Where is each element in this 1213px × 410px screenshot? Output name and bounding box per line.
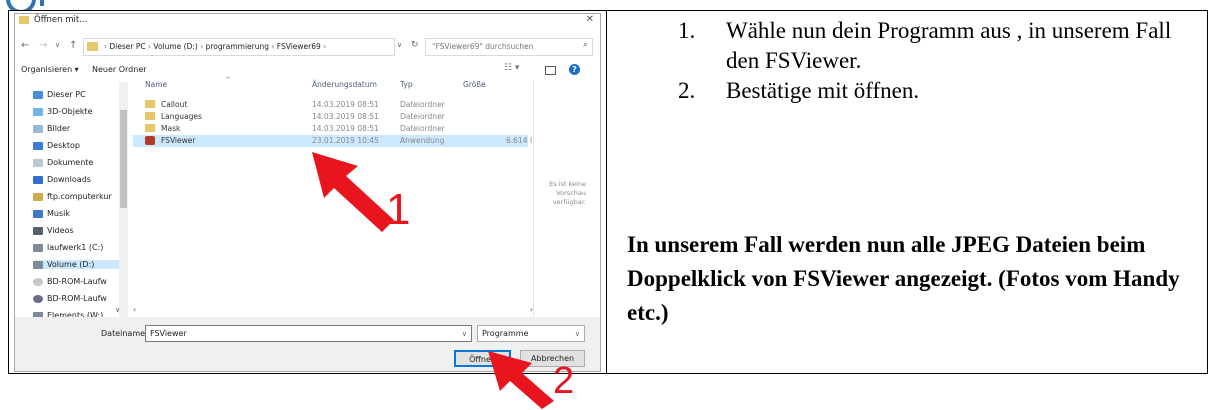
dialog-title: Öffnen mit... bbox=[34, 15, 88, 25]
application-icon bbox=[145, 136, 155, 145]
back-icon[interactable]: ← bbox=[21, 40, 29, 51]
file-list-scrollbar[interactable]: ‹ › bbox=[133, 305, 533, 314]
tree-item-3d[interactable]: 3D-Objekte bbox=[33, 107, 93, 116]
document-icon bbox=[33, 159, 43, 167]
chevron-down-icon: ∨ bbox=[461, 330, 467, 338]
search-placeholder: "FSViewer69" durchsuchen bbox=[432, 42, 534, 51]
view-options-icon[interactable]: ☷ ▾ bbox=[504, 63, 519, 73]
file-row[interactable]: Languages 14.03.2019 08:51 Dateiordner bbox=[133, 111, 513, 123]
tree-scrollbar[interactable] bbox=[119, 82, 128, 342]
tree-item-downloads[interactable]: Downloads bbox=[33, 175, 91, 184]
new-folder-button[interactable]: Neuer Ordner bbox=[92, 65, 147, 74]
navigation-tree: Dieser PC 3D-Objekte Bilder Desktop Doku… bbox=[15, 80, 133, 342]
scroll-right-icon: › bbox=[529, 305, 533, 314]
column-header-size[interactable]: Größe bbox=[463, 80, 486, 89]
folder-icon bbox=[145, 112, 155, 120]
step-number-2: 2 bbox=[553, 360, 575, 402]
close-icon[interactable]: ✕ bbox=[586, 14, 594, 25]
sort-indicator-icon: ^ bbox=[225, 76, 231, 84]
preview-divider bbox=[533, 80, 534, 342]
cube-icon bbox=[33, 108, 43, 116]
refresh-icon[interactable]: ↻ bbox=[411, 40, 419, 50]
note-text: In unserem Fall werden nun alle JPEG Dat… bbox=[627, 232, 1180, 325]
disc-icon bbox=[33, 295, 43, 303]
column-header-name[interactable]: Name bbox=[145, 80, 167, 89]
image-icon bbox=[33, 125, 43, 133]
tree-item-videos[interactable]: Videos bbox=[33, 226, 74, 235]
organize-menu[interactable]: Organisieren ▾ bbox=[21, 65, 79, 74]
file-row[interactable]: Mask 14.03.2019 08:51 Dateiordner bbox=[133, 123, 513, 135]
breadcrumb-item[interactable]: Dieser PC bbox=[109, 42, 145, 51]
pc-icon bbox=[33, 91, 43, 99]
column-header-type[interactable]: Typ bbox=[400, 80, 413, 89]
drive-icon bbox=[33, 261, 43, 269]
scroll-left-icon: ‹ bbox=[133, 305, 137, 314]
search-icon: ⌕ bbox=[582, 40, 588, 50]
download-icon bbox=[33, 176, 43, 184]
recent-dropdown-icon[interactable]: ∨ bbox=[55, 41, 60, 49]
preview-pane-icon[interactable] bbox=[545, 66, 556, 75]
step-number-1: 1 bbox=[386, 185, 411, 234]
tree-item-d-drive[interactable]: Volume (D:) bbox=[33, 260, 123, 269]
up-icon[interactable]: ↑ bbox=[69, 40, 77, 51]
music-icon bbox=[33, 210, 43, 218]
forward-icon[interactable]: → bbox=[39, 40, 47, 51]
address-dropdown-icon[interactable]: ∨ bbox=[397, 41, 402, 49]
heading-fragment bbox=[0, 0, 60, 10]
tree-item-dokumente[interactable]: Dokumente bbox=[33, 158, 93, 167]
tree-item-bd-rom-2[interactable]: BD-ROM-Laufw bbox=[33, 294, 107, 303]
tree-scroll-down-icon[interactable]: ∨ bbox=[115, 306, 120, 314]
step-item: 1. Wähle nun dein Programm aus , in unse… bbox=[678, 18, 1172, 73]
breadcrumb-item[interactable]: Volume (D:) bbox=[153, 42, 197, 51]
drive-icon bbox=[33, 244, 43, 252]
desktop-icon bbox=[33, 142, 43, 150]
file-row[interactable]: Callout 14.03.2019 08:51 Dateiordner bbox=[133, 99, 513, 111]
instruction-steps: 1. Wähle nun dein Programm aus , in unse… bbox=[668, 16, 1198, 106]
search-input[interactable]: "FSViewer69" durchsuchen ⌕ bbox=[425, 38, 593, 56]
tree-item-pc[interactable]: Dieser PC bbox=[33, 90, 86, 99]
column-header-date[interactable]: Änderungsdatum bbox=[312, 80, 377, 89]
disc-icon bbox=[33, 278, 43, 286]
tree-item-c-drive[interactable]: laufwerk1 (C:) bbox=[33, 243, 103, 252]
folder-icon bbox=[145, 124, 155, 132]
chevron-down-icon: ∨ bbox=[574, 330, 580, 338]
address-bar[interactable]: › Dieser PC › Volume (D:) › programmieru… bbox=[83, 38, 395, 56]
filetype-select[interactable]: Programme ∨ bbox=[477, 325, 585, 342]
tree-item-ftp[interactable]: ftp.computerkur bbox=[33, 192, 112, 201]
filename-input[interactable]: FSViewer ∨ bbox=[145, 325, 472, 342]
preview-message: Es ist keine Vorschau verfügbar. bbox=[549, 180, 586, 206]
help-icon[interactable]: ? bbox=[569, 64, 580, 75]
tree-scrollbar-thumb[interactable] bbox=[120, 110, 127, 208]
folder-icon bbox=[145, 100, 155, 108]
tree-item-bd-rom-1[interactable]: BD-ROM-Laufw bbox=[33, 277, 107, 286]
step-item: 2. Bestätige mit öffnen. bbox=[678, 78, 920, 103]
breadcrumb-item[interactable]: FSViewer69 bbox=[277, 42, 321, 51]
breadcrumb-item[interactable]: programmierung bbox=[206, 42, 269, 51]
network-icon bbox=[33, 193, 43, 201]
tree-item-musik[interactable]: Musik bbox=[33, 209, 70, 218]
filename-label: Dateiname: bbox=[101, 329, 148, 338]
tree-item-desktop[interactable]: Desktop bbox=[33, 141, 80, 150]
tree-item-bilder[interactable]: Bilder bbox=[33, 124, 70, 133]
folder-icon bbox=[19, 16, 29, 24]
video-icon bbox=[33, 227, 43, 235]
